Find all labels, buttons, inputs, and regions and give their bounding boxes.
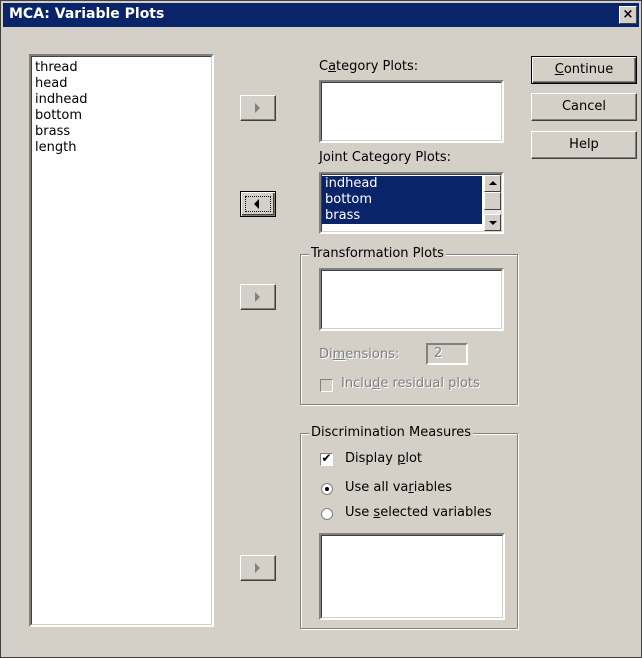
list-item[interactable]: length (32, 140, 211, 156)
mnemonic-letter: m (332, 347, 346, 362)
label-text: Display (345, 451, 398, 466)
include-residual-plots-checkbox[interactable] (320, 379, 333, 392)
continue-button[interactable]: Continue (531, 56, 637, 84)
use-selected-variables-radio[interactable] (321, 508, 333, 520)
display-plot-label: Display plot (345, 451, 422, 466)
button-label: ontinue (563, 62, 614, 77)
label-text: oint Category Plots: (322, 150, 452, 165)
list-item[interactable]: indhead (32, 92, 211, 108)
dimensions-value: 2 (434, 346, 443, 361)
label-text: iables (413, 480, 452, 495)
move-to-transformation-plots-button[interactable] (240, 284, 276, 310)
use-selected-variables-label: Use selected variables (345, 505, 492, 520)
mca-variable-plots-dialog: MCA: Variable Plots × thread head indhea… (0, 0, 642, 658)
move-to-category-plots-button[interactable] (240, 95, 276, 121)
radio-selected-dot (325, 487, 329, 491)
mnemonic-letter: a (328, 59, 337, 74)
transformation-plots-list-inner (321, 270, 502, 329)
transformation-plots-group: Transformation Plots Dimensions: 2 Inclu… (300, 246, 518, 405)
arrow-right-icon (255, 103, 260, 113)
list-item[interactable]: bottom (322, 192, 482, 208)
cancel-button[interactable]: Cancel (531, 93, 637, 121)
label-text: C (319, 59, 329, 74)
category-plots-list-inner (321, 82, 502, 141)
dimensions-field[interactable]: 2 (426, 343, 468, 365)
close-button[interactable]: × (619, 6, 637, 24)
label-text: Use all va (345, 480, 409, 495)
vertical-scrollbar[interactable] (484, 175, 501, 231)
label-text: e residual plots (380, 376, 480, 391)
chevron-down-icon (489, 221, 497, 225)
close-icon: × (622, 7, 634, 22)
label-text: ensions: (345, 347, 400, 362)
display-plot-checkbox[interactable]: ✔ (320, 451, 333, 466)
move-to-discrimination-variables-button[interactable] (240, 555, 276, 581)
mnemonic-letter: C (554, 62, 564, 77)
checkmark-icon: ✔ (321, 451, 332, 465)
scroll-down-button[interactable] (484, 214, 501, 231)
title-bar: MCA: Variable Plots × (3, 3, 639, 27)
source-variable-list[interactable]: thread head indhead bottom brass length (29, 54, 214, 627)
label-text: lot (405, 451, 422, 466)
label-text: Di (319, 347, 333, 362)
scroll-up-button[interactable] (484, 175, 501, 192)
discrimination-variables-list[interactable] (319, 533, 505, 620)
help-button[interactable]: Help (531, 131, 637, 159)
list-item[interactable]: brass (32, 124, 211, 140)
discrimination-variables-list-inner (321, 535, 503, 618)
list-item[interactable]: thread (32, 60, 211, 76)
label-text: Inclu (341, 376, 373, 391)
transformation-plots-list[interactable] (319, 268, 504, 331)
joint-category-plots-list[interactable]: indhead bottom brass (319, 172, 504, 234)
arrow-right-icon (255, 563, 260, 573)
label-text: elected variables (380, 505, 492, 520)
use-all-variables-radio[interactable] (321, 483, 333, 495)
list-item[interactable]: indhead (322, 176, 482, 192)
category-plots-label: Category Plots: (319, 59, 418, 74)
label-text: tegory Plots: (336, 59, 419, 74)
list-item[interactable]: bottom (32, 108, 211, 124)
include-residual-plots-label: Include residual plots (341, 376, 480, 391)
discrimination-measures-group: Discrimination Measures ✔ Display plot U… (300, 425, 518, 629)
dimensions-label: Dimensions: (319, 347, 399, 362)
transformation-plots-legend: Transformation Plots (309, 246, 446, 261)
scroll-thumb[interactable] (484, 192, 501, 210)
list-item[interactable]: brass (322, 208, 482, 224)
label-text: Use (345, 505, 374, 520)
use-all-variables-label: Use all variables (345, 480, 452, 495)
arrow-left-icon (254, 199, 259, 209)
list-item[interactable]: head (32, 76, 211, 92)
discrimination-measures-legend: Discrimination Measures (309, 425, 474, 440)
joint-category-plots-list-inner: indhead bottom brass (321, 174, 502, 232)
move-from-joint-category-plots-button[interactable] (240, 191, 276, 217)
chevron-up-icon (489, 181, 497, 185)
joint-category-plots-label: Joint Category Plots: (319, 150, 451, 165)
arrow-right-icon (255, 292, 260, 302)
source-variable-list-items: thread head indhead bottom brass length (31, 56, 212, 625)
category-plots-list[interactable] (319, 80, 504, 143)
window-title: MCA: Variable Plots (9, 6, 165, 22)
